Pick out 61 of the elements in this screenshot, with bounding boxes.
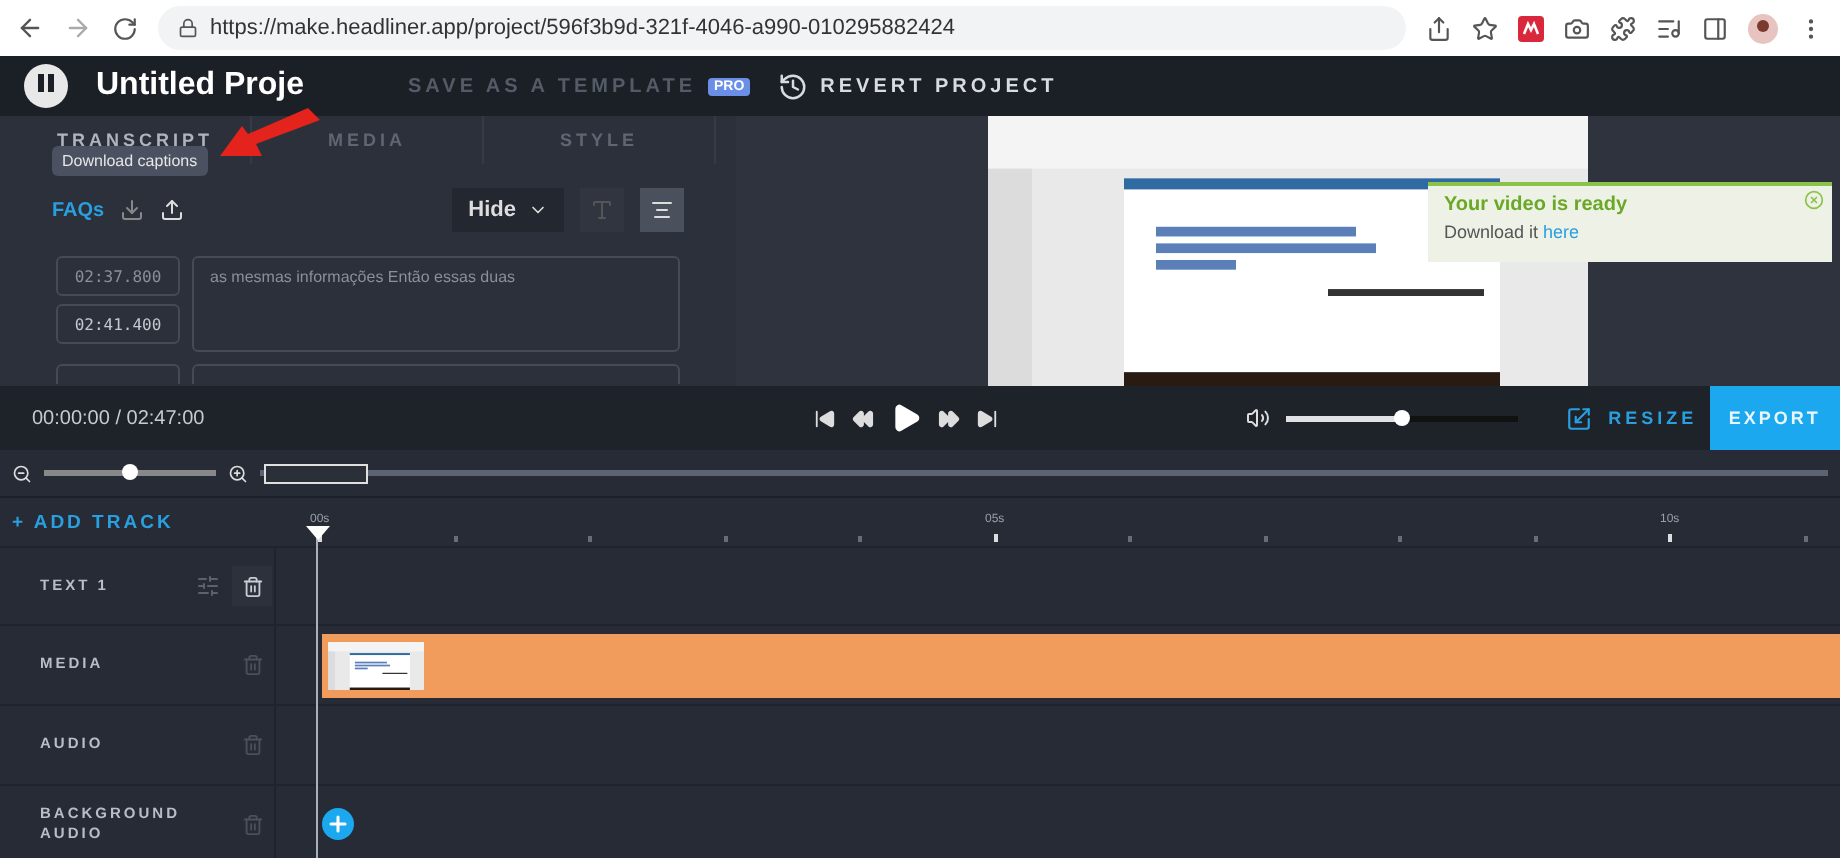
rewind-icon[interactable] — [852, 407, 875, 429]
start-time-field[interactable]: 02:37.800 — [56, 256, 180, 296]
trash-icon — [241, 575, 263, 597]
letter-icon — [590, 198, 614, 222]
add-button[interactable] — [322, 808, 354, 840]
sidebar-icon[interactable] — [1702, 15, 1728, 41]
add-track-button[interactable]: + ADD TRACK — [0, 511, 174, 533]
caption-text-field[interactable] — [192, 364, 680, 384]
media-clip[interactable] — [322, 633, 1840, 697]
address-bar[interactable]: https://make.headliner.app/project/596f3b9d-321f-4046-a990-010295882424 — [158, 6, 1406, 50]
notification-title: Your video is ready — [1444, 194, 1628, 216]
arrow-drawing — [220, 108, 320, 156]
logo-icon[interactable] — [24, 64, 68, 108]
extension-icon[interactable] — [1518, 15, 1544, 41]
time-display: 00:00:00 / 02:47:00 — [32, 407, 207, 429]
align-center-icon — [650, 198, 674, 222]
panel-tab[interactable]: TRANSCRIPT — [57, 130, 213, 150]
notification-text: Download it here — [1444, 222, 1580, 242]
download-link[interactable]: here — [1543, 222, 1580, 242]
volume-thumb[interactable] — [1394, 409, 1411, 425]
play-icon[interactable] — [890, 402, 923, 434]
export-button[interactable]: EXPORT — [1709, 386, 1840, 450]
end-time-field[interactable]: 02:41.400 — [56, 304, 180, 344]
resize-button[interactable]: RESIZE — [1554, 403, 1710, 433]
volume-icon[interactable] — [1246, 406, 1271, 430]
zoom-slider[interactable] — [44, 470, 216, 476]
skip-back-icon[interactable] — [814, 407, 837, 429]
camera-icon[interactable] — [1564, 15, 1590, 41]
tooltip: Download captions — [52, 146, 208, 176]
skip-forward-icon[interactable] — [976, 407, 999, 429]
plus-icon — [326, 812, 350, 836]
faqs-link[interactable]: FAQs — [52, 199, 105, 221]
project-title[interactable]: Untitled Proje — [96, 68, 305, 104]
download-icon[interactable] — [120, 198, 145, 222]
lock-icon — [178, 18, 198, 38]
back-icon[interactable] — [16, 14, 44, 42]
caption-text-field[interactable]: as mesmas informações Então essas duas — [192, 256, 680, 352]
trash-icon — [241, 813, 263, 835]
revert-button[interactable]: REVERT PROJECT — [778, 71, 1058, 101]
visibility-select[interactable]: Hide — [452, 188, 564, 232]
trash-icon — [241, 734, 263, 756]
time-field[interactable] — [56, 364, 180, 384]
resize-icon — [1566, 405, 1593, 431]
history-icon — [778, 71, 809, 101]
reload-icon[interactable] — [112, 15, 138, 41]
star-icon[interactable] — [1472, 15, 1498, 41]
puzzle-icon[interactable] — [1610, 15, 1636, 41]
delete-button[interactable] — [232, 566, 272, 606]
avatar-icon[interactable] — [1748, 13, 1778, 43]
volume-slider[interactable] — [1286, 415, 1519, 421]
upload-icon[interactable] — [160, 198, 185, 222]
zoom-thumb[interactable] — [122, 464, 138, 480]
zoom-in-icon[interactable] — [228, 463, 248, 483]
fast-forward-icon[interactable] — [938, 407, 961, 429]
align-button[interactable] — [640, 188, 684, 232]
trash-icon — [241, 654, 263, 676]
playlist-icon[interactable] — [1656, 15, 1682, 41]
sliders-icon[interactable] — [196, 574, 220, 598]
zoom-out-icon[interactable] — [12, 463, 32, 483]
playhead-handle[interactable] — [306, 526, 330, 542]
share-icon[interactable] — [1426, 15, 1452, 41]
